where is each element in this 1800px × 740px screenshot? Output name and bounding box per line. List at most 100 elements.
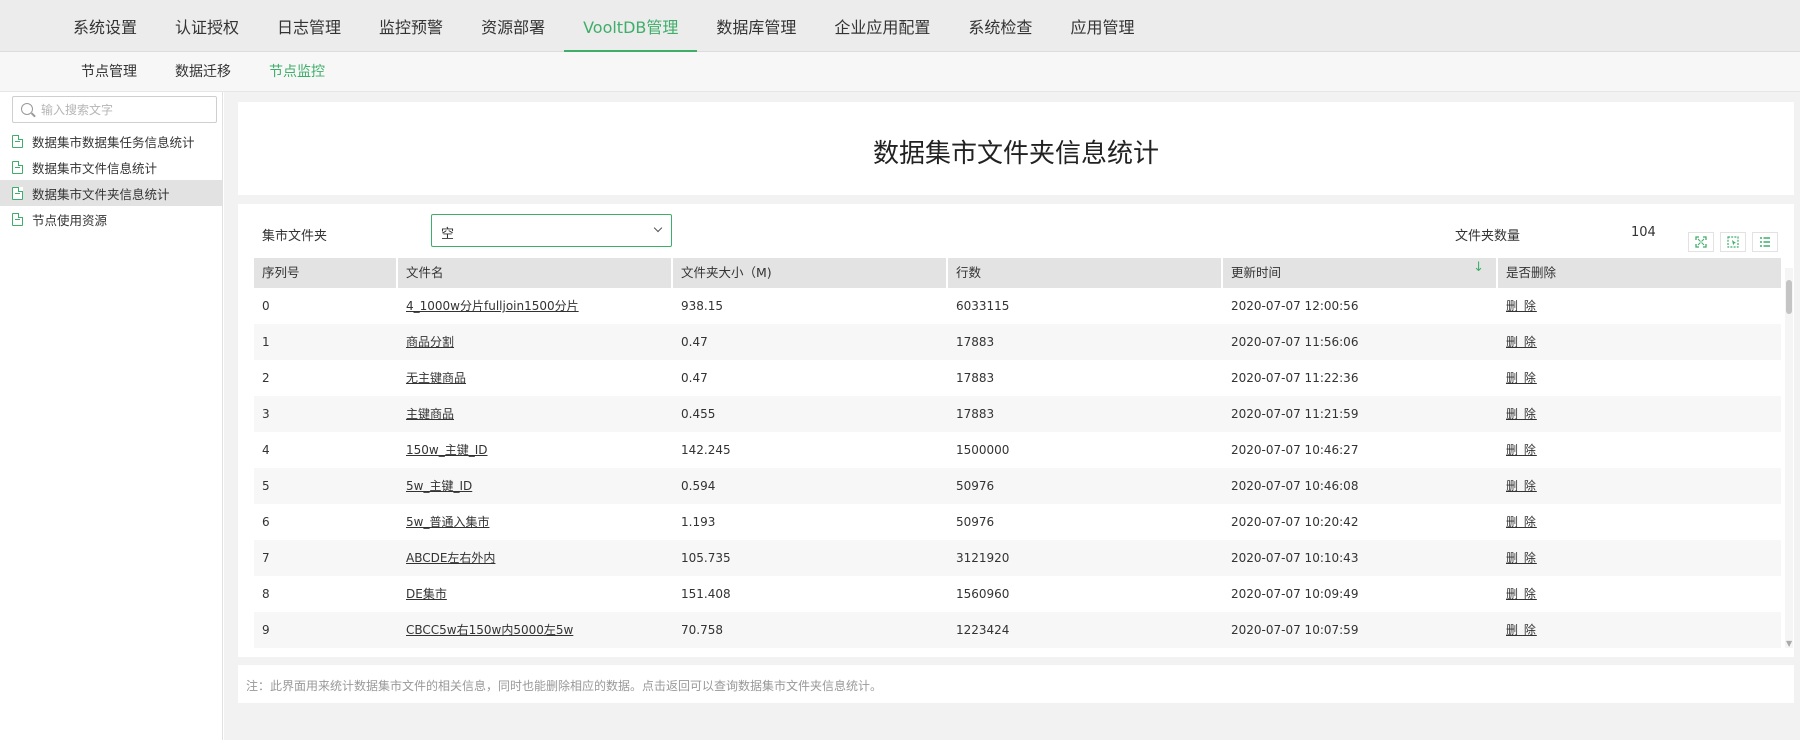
table-row[interactable]: 5 5w_主键_ID 0.594 50976 2020-07-07 10:46:08 删 … — [254, 468, 1781, 504]
cell-filename-link[interactable]: 5w_普通入集市 — [398, 504, 673, 540]
sidebar-item-dataset-task-stats[interactable]: 数据集市数据集任务信息统计 — [0, 128, 222, 154]
cell-rows: 50976 — [956, 479, 995, 493]
table-row[interactable]: 0 4_1000w分片fulljoin1500分片 938.15 6033115 202… — [254, 288, 1781, 324]
cell-rows: 17883 — [956, 371, 995, 385]
cell-size: 0.594 — [681, 479, 716, 493]
table-row[interactable]: 4 150w_主键_ID 142.245 1500000 2020-07-07 10:4… — [254, 432, 1781, 468]
delete-link[interactable]: 删 除 — [1498, 540, 1781, 576]
nav-item-monitoring[interactable]: 监控预警 — [360, 0, 462, 52]
table-row[interactable]: 2 无主键商品 0.47 17883 2020-07-07 11:22:36 删 除 — [254, 360, 1781, 396]
column-header-label: 更新时间 — [1231, 265, 1282, 280]
folder-filter-label: 集市文件夹 — [262, 229, 328, 244]
title-panel: 数据集市文件夹信息统计 — [238, 102, 1794, 195]
column-header-updated[interactable]: 更新时间 ↓ — [1223, 258, 1498, 288]
column-header-filename[interactable]: 文件名 — [398, 258, 673, 288]
scroll-down-icon[interactable]: ▼ — [1786, 640, 1792, 648]
cell-filename-link[interactable]: 主键商品 — [398, 396, 673, 432]
cell-index: 3 — [262, 407, 270, 421]
tab-node-management[interactable]: 节点管理 — [62, 52, 156, 91]
nav-item-deployment[interactable]: 资源部署 — [462, 0, 564, 52]
table-body: 0 4_1000w分片fulljoin1500分片 938.15 6033115 202… — [254, 288, 1781, 648]
delete-link[interactable]: 删 除 — [1498, 324, 1781, 360]
delete-link[interactable]: 删 除 — [1498, 576, 1781, 612]
delete-link[interactable]: 删 除 — [1498, 504, 1781, 540]
file-icon — [12, 212, 23, 226]
delete-link[interactable]: 删 除 — [1498, 396, 1781, 432]
nav-item-auth[interactable]: 认证授权 — [156, 0, 258, 52]
cell-updated: 2020-07-07 10:09:49 — [1231, 587, 1359, 601]
sidebar-item-label: 数据集市文件信息统计 — [32, 160, 158, 176]
cell-filename-link[interactable]: 150w_主键_ID — [398, 432, 673, 468]
nav-item-enterprise-config[interactable]: 企业应用配置 — [815, 0, 949, 52]
main-content: 数据集市文件夹信息统计 集市文件夹 空 文件夹数量 104 序列号 文件名 文件… — [224, 92, 1800, 740]
table-row[interactable]: 7 ABCDE左右外内 105.735 3121920 2020-07-07 10:10… — [254, 540, 1781, 576]
delete-link[interactable]: 删 除 — [1498, 288, 1781, 324]
cell-updated: 2020-07-07 10:10:43 — [1231, 551, 1359, 565]
nav-item-database[interactable]: 数据库管理 — [697, 0, 815, 52]
search-input[interactable] — [41, 100, 211, 120]
cell-size: 1.193 — [681, 515, 716, 529]
cell-rows: 17883 — [956, 335, 995, 349]
sidebar-item-node-resources[interactable]: 节点使用资源 — [0, 206, 222, 232]
cell-filename-link[interactable]: DE集市 — [398, 576, 673, 612]
file-icon — [12, 186, 23, 200]
sidebar-item-label: 数据集市文件夹信息统计 — [32, 186, 170, 202]
cell-updated: 2020-07-07 10:46:27 — [1231, 443, 1359, 457]
search-box[interactable] — [12, 96, 217, 123]
cell-size: 151.408 — [681, 587, 731, 601]
column-header-rows[interactable]: 行数 — [948, 258, 1223, 288]
nav-item-system-check[interactable]: 系统检查 — [949, 0, 1051, 52]
scrollbar-thumb[interactable] — [1786, 280, 1792, 314]
cell-filename-link[interactable]: 商品分割 — [398, 324, 673, 360]
chevron-down-icon — [653, 223, 663, 233]
cell-filename-link[interactable]: CBCC5w右150w内5000左5w — [398, 612, 673, 648]
table-row[interactable]: 9 CBCC5w右150w内5000左5w 70.758 1223424 2020-07… — [254, 612, 1781, 648]
list-view-icon — [1760, 237, 1770, 247]
column-header-index[interactable]: 序列号 — [254, 258, 398, 288]
sidebar: 数据集市数据集任务信息统计 数据集市文件信息统计 数据集市文件夹信息统计 节点使… — [0, 92, 223, 740]
table-row[interactable]: 1 商品分割 0.47 17883 2020-07-07 11:56:06 删 除 — [254, 324, 1781, 360]
nav-item-vooltdb[interactable]: VooltDB管理 — [564, 0, 698, 53]
sidebar-item-label: 数据集市数据集任务信息统计 — [32, 134, 195, 150]
sub-navigation: 节点管理 数据迁移 节点监控 — [0, 52, 1800, 92]
folder-select[interactable]: 空 — [431, 214, 672, 247]
sidebar-item-folder-stats[interactable]: 数据集市文件夹信息统计 — [0, 180, 222, 206]
nav-item-app-management[interactable]: 应用管理 — [1051, 0, 1153, 52]
nav-item-logs[interactable]: 日志管理 — [258, 0, 360, 52]
cell-index: 9 — [262, 623, 270, 637]
column-header-size[interactable]: 文件夹大小（M) — [673, 258, 948, 288]
cell-size: 0.47 — [681, 371, 708, 385]
folder-stats-table: 序列号 文件名 文件夹大小（M) 行数 更新时间 ↓ 是否删除 0 4_1000w… — [254, 258, 1781, 648]
fullscreen-icon — [1695, 236, 1707, 248]
sort-desc-icon[interactable]: ↓ — [1473, 261, 1484, 275]
column-header-delete[interactable]: 是否删除 — [1498, 258, 1781, 288]
list-view-button[interactable] — [1752, 232, 1778, 252]
cell-rows: 17883 — [956, 407, 995, 421]
table-row[interactable]: 6 5w_普通入集市 1.193 50976 2020-07-07 10:20:42 删 … — [254, 504, 1781, 540]
nav-item-system-settings[interactable]: 系统设置 — [54, 0, 156, 52]
cell-rows: 6033115 — [956, 299, 1010, 313]
cell-filename-link[interactable]: 4_1000w分片fulljoin1500分片 — [398, 288, 673, 324]
delete-link[interactable]: 删 除 — [1498, 360, 1781, 396]
vertical-scrollbar[interactable]: ▼ — [1785, 268, 1793, 648]
folder-select-value: 空 — [441, 227, 455, 242]
delete-link[interactable]: 删 除 — [1498, 612, 1781, 648]
delete-link[interactable]: 删 除 — [1498, 468, 1781, 504]
fullscreen-button[interactable] — [1688, 232, 1714, 252]
folder-count-value: 104 — [1631, 225, 1656, 240]
cell-index: 4 — [262, 443, 270, 457]
cell-updated: 2020-07-07 11:22:36 — [1231, 371, 1359, 385]
tab-node-monitoring[interactable]: 节点监控 — [250, 52, 344, 91]
cell-filename-link[interactable]: ABCDE左右外内 — [398, 540, 673, 576]
table-row[interactable]: 8 DE集市 151.408 1560960 2020-07-07 10:09:49 删 … — [254, 576, 1781, 612]
cell-index: 5 — [262, 479, 270, 493]
cell-filename-link[interactable]: 5w_主键_ID — [398, 468, 673, 504]
cell-rows: 50976 — [956, 515, 995, 529]
column-select-button[interactable] — [1720, 232, 1746, 252]
sidebar-item-file-stats[interactable]: 数据集市文件信息统计 — [0, 154, 222, 180]
delete-link[interactable]: 删 除 — [1498, 432, 1781, 468]
cell-size: 938.15 — [681, 299, 723, 313]
table-row[interactable]: 3 主键商品 0.455 17883 2020-07-07 11:21:59 删 除 — [254, 396, 1781, 432]
tab-data-migration[interactable]: 数据迁移 — [156, 52, 250, 91]
cell-filename-link[interactable]: 无主键商品 — [398, 360, 673, 396]
